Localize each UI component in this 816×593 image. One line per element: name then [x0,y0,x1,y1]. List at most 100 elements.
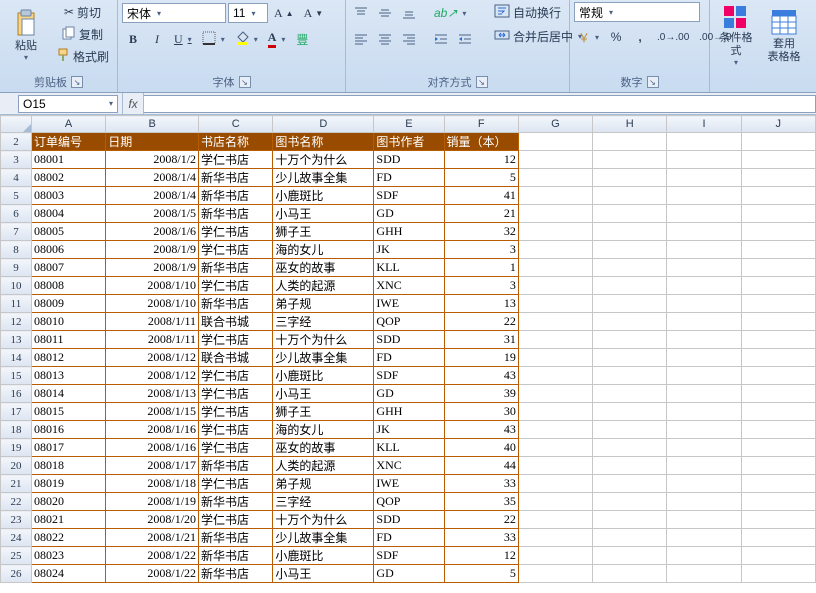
dialog-launcher-icon[interactable]: ↘ [647,76,659,88]
cell[interactable]: 2008/1/9 [106,259,199,277]
cell[interactable] [518,493,592,511]
cell[interactable]: 2008/1/11 [106,313,199,331]
align-top-button[interactable] [350,3,372,23]
col-header-G[interactable]: G [518,116,592,133]
cell[interactable]: JK [374,421,444,439]
row-header[interactable]: 10 [1,277,32,295]
cell[interactable] [667,313,741,331]
cell[interactable]: 学仁书店 [199,277,273,295]
cell[interactable]: 新华书店 [199,565,273,583]
cell[interactable] [741,511,815,529]
cell[interactable]: 19 [444,349,518,367]
cell[interactable]: KLL [374,439,444,457]
cell[interactable]: 2008/1/5 [106,205,199,223]
cell[interactable] [518,475,592,493]
cell[interactable] [593,259,667,277]
row-header[interactable]: 17 [1,403,32,421]
col-header-B[interactable]: B [106,116,199,133]
col-header-D[interactable]: D [273,116,374,133]
cell[interactable] [667,169,741,187]
cell[interactable] [518,439,592,457]
cell[interactable]: 巫女的故事 [273,439,374,457]
cell[interactable]: 31 [444,331,518,349]
cell[interactable] [593,295,667,313]
cell[interactable]: QOP [374,493,444,511]
cell[interactable]: 08002 [31,169,105,187]
cell[interactable]: 3 [444,277,518,295]
row-header[interactable]: 6 [1,205,32,223]
fill-color-button[interactable] [231,29,262,49]
cell[interactable]: 三字经 [273,313,374,331]
cell[interactable] [518,277,592,295]
cell[interactable]: 狮子王 [273,223,374,241]
cell[interactable]: GD [374,565,444,583]
cell[interactable]: 08011 [31,331,105,349]
cell[interactable] [593,403,667,421]
worksheet-grid[interactable]: ABCDEFGHIJ 2订单编号日期书店名称图书名称图书作者销量（本）30800… [0,115,816,587]
cell[interactable] [667,475,741,493]
cell[interactable]: 新华书店 [199,205,273,223]
cell[interactable]: 小马王 [273,205,374,223]
row-header[interactable]: 22 [1,493,32,511]
col-header-C[interactable]: C [199,116,273,133]
cell[interactable] [741,367,815,385]
cell[interactable]: 2008/1/12 [106,349,199,367]
cell[interactable] [667,223,741,241]
cell[interactable]: 32 [444,223,518,241]
cell[interactable]: 08018 [31,457,105,475]
cell[interactable]: 08023 [31,547,105,565]
cell[interactable]: 2008/1/22 [106,565,199,583]
cell[interactable] [593,565,667,583]
cell[interactable]: 新华书店 [199,547,273,565]
cell[interactable] [518,187,592,205]
cell[interactable]: SDD [374,151,444,169]
row-header[interactable]: 11 [1,295,32,313]
cell[interactable] [593,475,667,493]
cell[interactable]: 少儿故事全集 [273,169,374,187]
cell[interactable] [667,547,741,565]
cell[interactable] [741,349,815,367]
cell[interactable] [741,493,815,511]
cell[interactable] [667,187,741,205]
cell[interactable]: 小鹿斑比 [273,367,374,385]
cell[interactable] [593,421,667,439]
cell[interactable]: 新华书店 [199,295,273,313]
cell[interactable]: 3 [444,241,518,259]
cell[interactable] [518,223,592,241]
cell[interactable]: 学仁书店 [199,511,273,529]
row-header[interactable]: 7 [1,223,32,241]
increase-font-button[interactable]: A▲ [270,3,298,23]
align-left-button[interactable] [350,29,372,49]
cell[interactable] [593,187,667,205]
cell[interactable]: 43 [444,421,518,439]
cell[interactable] [518,241,592,259]
cell[interactable]: XNC [374,277,444,295]
cell[interactable]: 08008 [31,277,105,295]
cell[interactable] [667,259,741,277]
cell[interactable]: 新华书店 [199,169,273,187]
cell[interactable]: 1 [444,259,518,277]
increase-indent-button[interactable] [454,29,476,49]
cell[interactable]: GHH [374,223,444,241]
cell[interactable]: 新华书店 [199,259,273,277]
cell[interactable] [593,277,667,295]
row-header[interactable]: 13 [1,331,32,349]
decrease-indent-button[interactable] [430,29,452,49]
cell[interactable]: 08015 [31,403,105,421]
cell[interactable] [741,295,815,313]
cell[interactable] [667,565,741,583]
border-button[interactable] [198,29,229,49]
align-right-button[interactable] [398,29,420,49]
cell[interactable]: 2008/1/15 [106,403,199,421]
conditional-formatting-button[interactable]: 条件格式 ▾ [714,2,758,68]
cell[interactable] [518,385,592,403]
cell[interactable]: 08013 [31,367,105,385]
cell[interactable]: 2008/1/6 [106,223,199,241]
cell[interactable]: 十万个为什么 [273,331,374,349]
row-header[interactable]: 20 [1,457,32,475]
col-header-A[interactable]: A [31,116,105,133]
cell[interactable]: 新华书店 [199,457,273,475]
cell[interactable] [593,493,667,511]
cell[interactable]: 海的女儿 [273,241,374,259]
cell[interactable]: 08020 [31,493,105,511]
